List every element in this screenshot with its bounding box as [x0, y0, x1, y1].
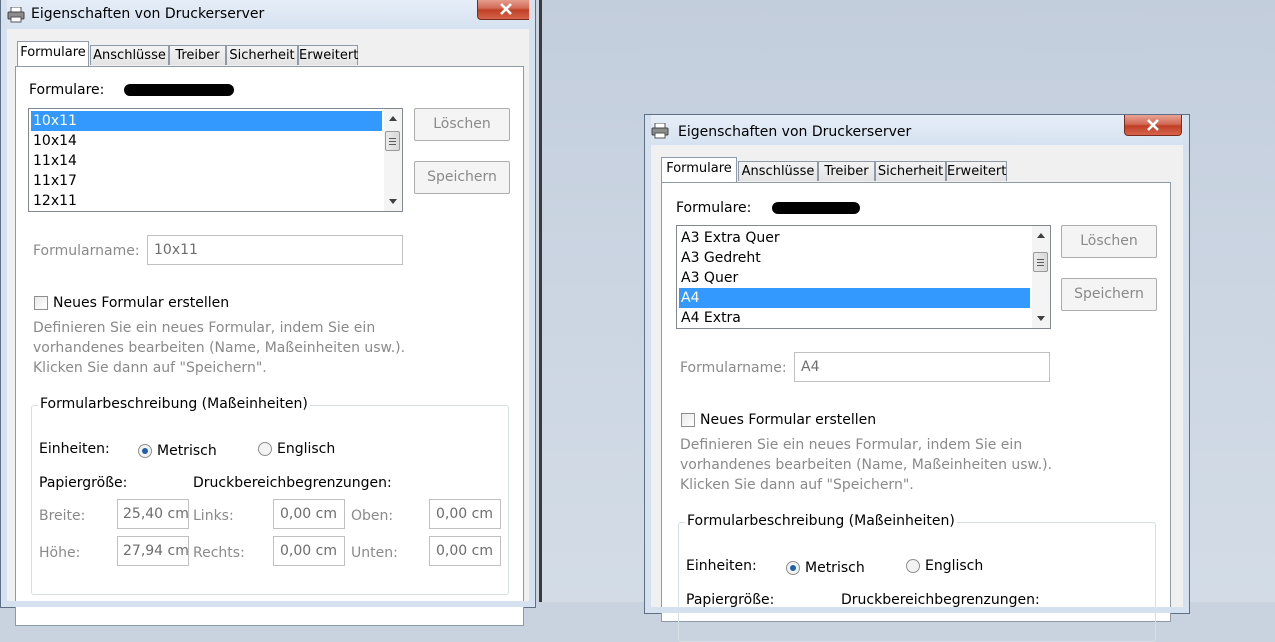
titlebar[interactable]: Eigenschaften von Druckerserver: [645, 115, 1189, 145]
top-label: Oben:: [351, 508, 394, 524]
metric-radio[interactable]: [786, 561, 800, 575]
units-label: Einheiten:: [39, 441, 110, 457]
bottom-margin-input[interactable]: 0,00 cm: [429, 536, 501, 566]
print-area-label: Druckbereichbegrenzungen:: [841, 592, 1040, 608]
form-name-label: Formularname:: [33, 243, 140, 259]
print-server-properties-dialog-1: Eigenschaften von Druckerserver Formular…: [0, 0, 536, 626]
paper-size-label: Papiergröße:: [686, 592, 775, 608]
group-title: Formularbeschreibung (Maßeinheiten): [38, 396, 310, 412]
tab-treiber[interactable]: Treiber: [169, 45, 226, 65]
scroll-thumb[interactable]: [1033, 252, 1048, 272]
english-radio[interactable]: [906, 559, 920, 573]
printer-icon: [7, 7, 25, 23]
print-area-label: Druckbereichbegrenzungen:: [193, 475, 392, 491]
description-line: vorhandenes bearbeiten (Name, Maßeinheit…: [33, 340, 406, 356]
left-margin-input[interactable]: 0,00 cm: [273, 499, 345, 529]
tab-sicherheit[interactable]: Sicherheit: [875, 161, 946, 181]
tab-panel-formulare: Formulare: A3 Extra Quer A3 Gedreht A3 Q…: [661, 182, 1171, 642]
scroll-down-icon[interactable]: [389, 199, 397, 204]
list-item[interactable]: A3 Gedreht: [679, 248, 1030, 268]
new-form-label[interactable]: Neues Formular erstellen: [53, 295, 229, 311]
close-icon: [500, 3, 512, 15]
metric-label[interactable]: Metrisch: [157, 443, 217, 459]
delete-button[interactable]: Löschen: [1061, 225, 1157, 258]
bottom-label: Unten:: [351, 545, 398, 561]
redaction-mark: [124, 84, 234, 96]
save-button[interactable]: Speichern: [414, 161, 510, 194]
close-button[interactable]: [477, 0, 535, 20]
tab-erweitert[interactable]: Erweitert: [946, 161, 1007, 181]
print-server-properties-dialog-2: Eigenschaften von Druckerserver Formular…: [644, 114, 1190, 642]
screen-divider: [539, 0, 542, 602]
tab-panel-formulare: Formulare: 10x11 10x14 11x14 11x17 12x11…: [15, 66, 524, 626]
titlebar[interactable]: Eigenschaften von Druckerserver: [1, 0, 535, 29]
list-item[interactable]: A4 Extra: [679, 308, 1030, 328]
forms-listbox[interactable]: A3 Extra Quer A3 Gedreht A3 Quer A4 A4 E…: [676, 225, 1051, 329]
english-radio[interactable]: [258, 442, 272, 456]
form-description-group: Formularbeschreibung (Maßeinheiten) Einh…: [31, 396, 509, 595]
save-button[interactable]: Speichern: [1061, 278, 1157, 311]
list-scrollbar[interactable]: [1032, 226, 1050, 328]
right-label: Rechts:: [193, 545, 245, 561]
dialog-title: Eigenschaften von Druckerserver: [31, 6, 265, 22]
height-label: Höhe:: [39, 545, 81, 561]
top-margin-input[interactable]: 0,00 cm: [429, 499, 501, 529]
dialog-title: Eigenschaften von Druckerserver: [678, 124, 912, 140]
description-line: Klicken Sie dann auf "Speichern".: [680, 477, 914, 493]
list-scrollbar[interactable]: [384, 109, 402, 211]
english-label[interactable]: Englisch: [277, 441, 335, 457]
tab-erweitert[interactable]: Erweitert: [298, 45, 358, 65]
redaction-mark: [772, 202, 860, 214]
new-form-label[interactable]: Neues Formular erstellen: [700, 412, 876, 428]
forms-label: Formulare:: [29, 82, 105, 98]
forms-label: Formulare:: [676, 200, 752, 216]
width-label: Breite:: [39, 508, 86, 524]
metric-radio[interactable]: [138, 444, 152, 458]
description-line: Klicken Sie dann auf "Speichern".: [33, 360, 267, 376]
list-item[interactable]: A3 Quer: [679, 268, 1030, 288]
form-name-label: Formularname:: [680, 360, 787, 376]
form-description-group: Formularbeschreibung (Maßeinheiten) Einh…: [678, 513, 1156, 642]
tab-treiber[interactable]: Treiber: [818, 161, 875, 181]
paper-size-label: Papiergröße:: [39, 475, 128, 491]
scroll-down-icon[interactable]: [1037, 316, 1045, 321]
list-item[interactable]: 12x11: [31, 191, 382, 211]
right-margin-input[interactable]: 0,00 cm: [273, 536, 345, 566]
description-line: Definieren Sie ein neues Formular, indem…: [680, 437, 1023, 453]
english-label[interactable]: Englisch: [925, 558, 983, 574]
height-input[interactable]: 27,94 cm: [117, 536, 189, 566]
tab-formulare[interactable]: Formulare: [17, 41, 89, 66]
description-line: Definieren Sie ein neues Formular, indem…: [33, 320, 376, 336]
close-icon: [1147, 119, 1159, 131]
tab-anschluesse[interactable]: Anschlüsse: [738, 161, 818, 181]
close-button[interactable]: [1124, 115, 1182, 136]
tab-anschluesse[interactable]: Anschlüsse: [90, 45, 169, 65]
printer-icon: [651, 123, 669, 139]
metric-label[interactable]: Metrisch: [805, 560, 865, 576]
units-label: Einheiten:: [686, 558, 757, 574]
list-item[interactable]: A4: [679, 288, 1030, 308]
new-form-checkbox[interactable]: [681, 413, 695, 427]
tab-formulare[interactable]: Formulare: [661, 157, 737, 182]
width-input[interactable]: 25,40 cm: [117, 499, 189, 529]
scroll-up-icon[interactable]: [389, 116, 397, 121]
group-title: Formularbeschreibung (Maßeinheiten): [685, 513, 957, 529]
list-item[interactable]: 11x14: [31, 151, 382, 171]
scroll-thumb[interactable]: [385, 131, 400, 151]
list-item[interactable]: 10x11: [31, 111, 382, 131]
delete-button[interactable]: Löschen: [414, 108, 510, 141]
list-item[interactable]: 10x14: [31, 131, 382, 151]
form-name-input[interactable]: A4: [794, 352, 1050, 382]
form-name-input[interactable]: 10x11: [147, 235, 403, 265]
list-item[interactable]: 11x17: [31, 171, 382, 191]
list-item[interactable]: A3 Extra Quer: [679, 228, 1030, 248]
new-form-checkbox[interactable]: [34, 296, 48, 310]
description-line: vorhandenes bearbeiten (Name, Maßeinheit…: [680, 457, 1053, 473]
forms-listbox[interactable]: 10x11 10x14 11x14 11x17 12x11: [28, 108, 403, 212]
scroll-up-icon[interactable]: [1037, 233, 1045, 238]
left-label: Links:: [193, 508, 234, 524]
tab-sicherheit[interactable]: Sicherheit: [226, 45, 298, 65]
